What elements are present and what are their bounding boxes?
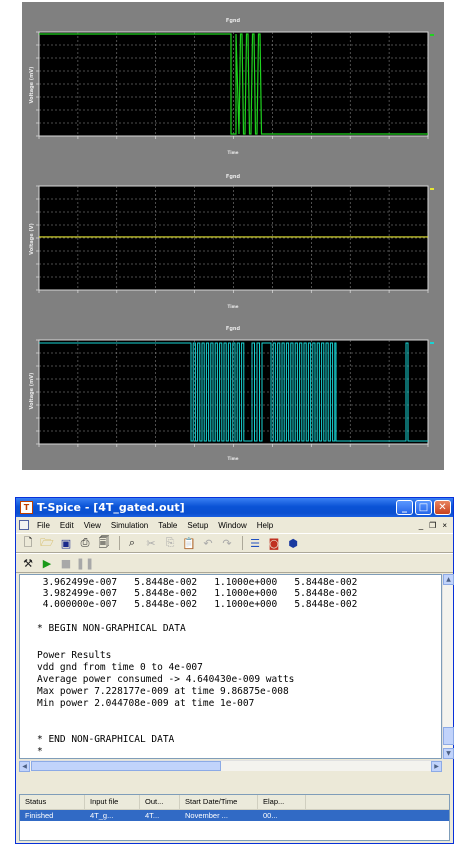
scroll-down-icon[interactable]: ▼ <box>443 748 454 759</box>
output-line: * END NON-GRAPHICAL DATA <box>37 734 175 745</box>
horizontal-scrollbar[interactable]: ◀ ▶ <box>19 760 442 772</box>
output-line: Power Results <box>37 650 112 661</box>
waveform-plots <box>36 31 434 447</box>
panel3-ylabel: Voltage (mV) <box>29 372 35 410</box>
status-list-header: Status Input file Out... Start Date/Time… <box>20 795 449 810</box>
row-input-file: 4T_g... <box>90 811 114 820</box>
tspice-window: T T-Spice - [4T_gated.out] _ □ ✕ File Ed… <box>15 497 454 844</box>
row-output: 4T... <box>145 811 160 820</box>
open-folder-icon[interactable]: 🗁 <box>39 535 55 551</box>
panel2-title: Fgnd <box>225 174 241 180</box>
run-icon[interactable]: ⬢ <box>285 535 301 551</box>
output-line: * <box>37 746 43 757</box>
copy-icon[interactable]: ⎘ <box>162 535 178 551</box>
tspice-app-icon[interactable]: T <box>20 501 33 514</box>
output-line: vdd gnd from time 0 to 4e-007 <box>37 662 203 673</box>
toolbar-separator <box>119 536 120 550</box>
panel1-xlabel: Time <box>227 150 239 155</box>
title-bar[interactable]: T T-Spice - [4T_gated.out] _ □ ✕ <box>16 498 453 517</box>
menu-window[interactable]: Window <box>213 521 251 530</box>
panel2-ylabel: Voltage (V) <box>29 223 35 255</box>
tools-icon[interactable]: ⚒ <box>20 555 36 571</box>
panel3-xlabel: Time <box>227 456 239 461</box>
play-icon[interactable]: ▶ <box>39 555 55 571</box>
mdi-minimize-button[interactable]: _ <box>419 521 423 530</box>
scroll-thumb[interactable] <box>443 727 454 745</box>
row-status: Finished <box>25 811 54 820</box>
output-line: 4.000000e-007 5.8448e-002 1.1000e+000 5.… <box>37 599 358 610</box>
document-icon[interactable] <box>19 520 29 530</box>
standard-toolbar: 🗋 🗁 ▣ ⎙ 🗐 ⌕ ✂ ⎘ 📋 ↶ ↷ ☰ ◙ ⬢ <box>16 533 453 553</box>
column-header-status[interactable]: Status <box>20 795 85 809</box>
panel2-xlabel: Time <box>227 304 239 309</box>
window-title: T-Spice - [4T_gated.out] <box>37 501 185 514</box>
column-header-output[interactable]: Out... <box>140 795 180 809</box>
trace-marker <box>430 34 434 36</box>
scroll-thumb[interactable] <box>31 761 221 771</box>
new-document-icon[interactable]: 🗋 <box>20 535 36 551</box>
output-line: 3.982499e-007 5.8448e-002 1.1000e+000 5.… <box>37 588 358 599</box>
output-text-area[interactable]: 3.962499e-007 5.8448e-002 1.1000e+000 5.… <box>19 574 442 759</box>
redo-icon[interactable]: ↷ <box>219 535 235 551</box>
scroll-left-icon[interactable]: ◀ <box>19 761 30 772</box>
table-row[interactable]: Finished 4T_g... 4T... November ... 00..… <box>20 810 449 821</box>
vertical-scrollbar[interactable]: ▲ ▼ <box>442 574 454 759</box>
menu-view[interactable]: View <box>79 521 106 530</box>
close-button[interactable]: ✕ <box>434 500 451 515</box>
maximize-button[interactable]: □ <box>415 500 432 515</box>
output-line: * BEGIN NON-GRAPHICAL DATA <box>37 623 186 634</box>
find-icon[interactable]: ⌕ <box>124 535 140 551</box>
mdi-close-button[interactable]: × <box>442 521 447 530</box>
paste-icon[interactable]: 📋 <box>181 535 197 551</box>
menu-simulation[interactable]: Simulation <box>106 521 153 530</box>
column-header-input-file[interactable]: Input file <box>85 795 140 809</box>
menu-setup[interactable]: Setup <box>182 521 213 530</box>
scroll-up-icon[interactable]: ▲ <box>443 574 454 585</box>
stop-icon[interactable]: ■ <box>58 555 74 571</box>
column-header-start-date[interactable]: Start Date/Time <box>180 795 258 809</box>
waveform-viewer-icon[interactable]: ◙ <box>266 535 282 551</box>
simulation-status-list: Status Input file Out... Start Date/Time… <box>19 794 450 841</box>
simulation-settings-icon[interactable]: ☰ <box>247 535 263 551</box>
panel3-title: Fgnd <box>225 326 241 332</box>
panel1-title: Fgnd <box>225 18 241 24</box>
column-header-elapsed[interactable]: Elap... <box>258 795 306 809</box>
menu-table[interactable]: Table <box>153 521 182 530</box>
print-icon[interactable]: ⎙ <box>77 535 93 551</box>
output-line: Min power 2.044708e-009 at time 1e-007 <box>37 698 255 709</box>
row-elapsed: 00... <box>263 811 278 820</box>
output-line: Average power consumed -> 4.640430e-009 … <box>37 674 295 685</box>
row-start-date: November ... <box>185 811 228 820</box>
save-icon[interactable]: ▣ <box>58 535 74 551</box>
pause-icon[interactable]: ❚❚ <box>76 555 94 571</box>
print-preview-icon[interactable]: 🗐 <box>96 535 112 551</box>
mdi-restore-button[interactable]: ❐ <box>429 521 436 530</box>
menu-file[interactable]: File <box>32 521 55 530</box>
output-line: Max power 7.228177e-009 at time 9.86875e… <box>37 686 289 697</box>
panel1-ylabel: Voltage (mV) <box>29 66 35 104</box>
minimize-button[interactable]: _ <box>396 500 413 515</box>
undo-icon[interactable]: ↶ <box>200 535 216 551</box>
menu-edit[interactable]: Edit <box>55 521 79 530</box>
output-line: 3.962499e-007 5.8448e-002 1.1000e+000 5.… <box>37 577 358 588</box>
simulation-toolbar: ⚒ ▶ ■ ❚❚ <box>16 553 453 573</box>
scroll-right-icon[interactable]: ▶ <box>431 761 442 772</box>
cut-icon[interactable]: ✂ <box>143 535 159 551</box>
trace-marker <box>430 188 434 190</box>
menu-help[interactable]: Help <box>252 521 278 530</box>
menu-bar: File Edit View Simulation Table Setup Wi… <box>16 517 453 533</box>
waveform-viewer: Fgnd Voltage (mV) Time Fgnd Voltage (V) … <box>22 2 444 470</box>
toolbar-separator <box>242 536 243 550</box>
mdi-controls: _ ❐ × <box>419 521 447 530</box>
trace-marker <box>430 342 434 344</box>
